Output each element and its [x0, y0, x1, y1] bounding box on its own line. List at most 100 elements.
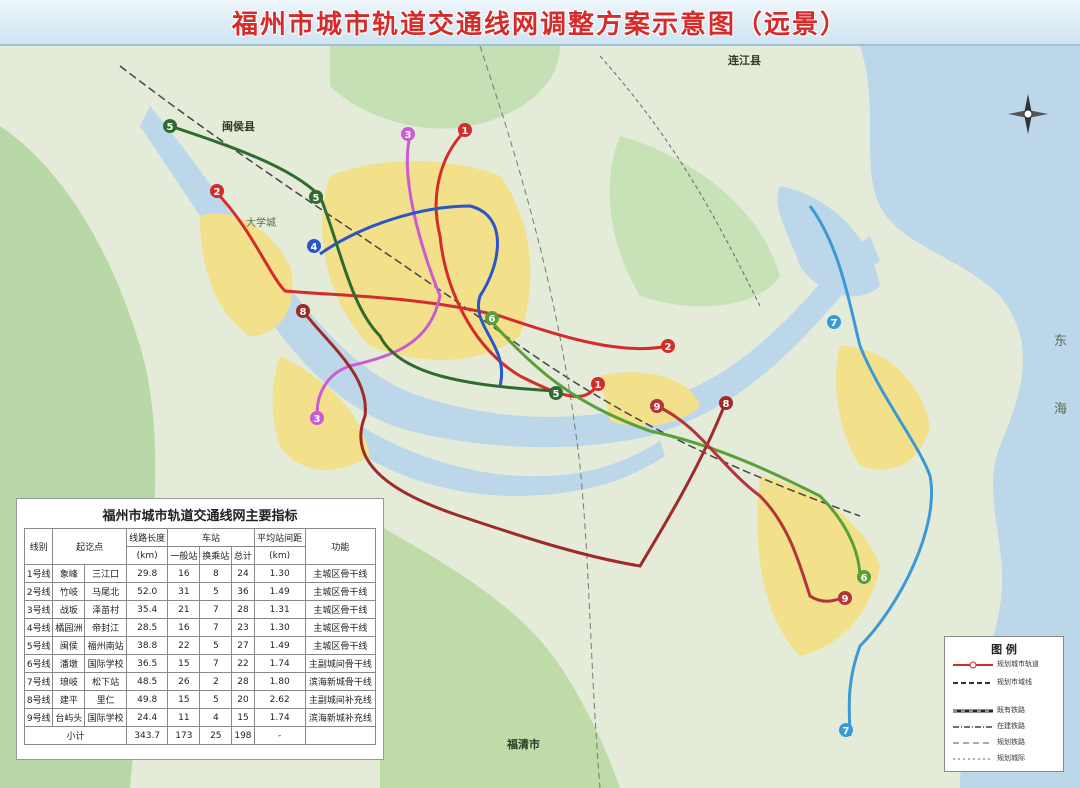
svg-text:5: 5 — [313, 193, 320, 204]
table-row: 1号线 象峰 三江口 29.8 16 8 24 1.30 主城区骨干线 — [23, 564, 377, 583]
table-cell-from: 建平 — [52, 690, 86, 709]
line-badge-5: 5 — [163, 119, 177, 133]
table-cell-spacing: 2.62 — [253, 690, 306, 709]
table-cell-to: 马尾北 — [84, 582, 127, 601]
place-hai: 海 — [1054, 402, 1068, 417]
table-cell-from: 橘园洲 — [52, 618, 86, 637]
table-cell-total: 20 — [231, 690, 255, 709]
table-cell-to: 福州南站 — [84, 636, 127, 655]
line-badge-1: 1 — [458, 123, 472, 137]
line-badge-7: 7 — [827, 315, 841, 329]
table-cell-from: 闽侯 — [52, 636, 86, 655]
table-cell-from: 竹岐 — [52, 582, 86, 601]
table-cell-line: 8号线 — [23, 690, 54, 709]
table-row: 9号线 台屿头 国际学校 24.4 11 4 15 1.74 滨海新城补充线 — [23, 708, 377, 727]
table-cell-transfer: 7 — [199, 654, 233, 673]
table-cell-normal: 26 — [167, 672, 201, 691]
svg-text:2: 2 — [214, 187, 221, 198]
table-cell-normal: 21 — [167, 600, 201, 619]
table-cell-line: 2号线 — [23, 582, 54, 601]
map-title: 福州市城市轨道交通线网调整方案示意图（远景） — [231, 10, 848, 40]
place-lianjiang: 连江县 — [728, 54, 761, 67]
legend-item-planned-rail: 规划铁路 — [953, 737, 1061, 749]
legend-item-planned-intercity: 规划城际 — [953, 753, 1061, 765]
metrics-table: 线别 起讫点 线路长度 车站 平均站间距 功能 (km) 一般站 换乘站 总计 … — [23, 528, 377, 745]
table-cell-length: 49.8 — [125, 690, 169, 709]
table-cell-transfer: 5 — [199, 582, 233, 601]
header-endpoints: 起讫点 — [52, 528, 127, 565]
header-stations: 车站 — [167, 528, 255, 547]
table-cell-length: 38.8 — [125, 636, 169, 655]
table-cell-to: 帝封江 — [84, 618, 127, 637]
legend-label: 规划城际 — [997, 754, 1025, 762]
table-cell-to: 里仁 — [84, 690, 127, 709]
legend-label: 既有铁路 — [997, 706, 1025, 714]
table-cell-line: 1号线 — [23, 564, 54, 583]
table-cell-normal: 15 — [167, 654, 201, 673]
table-cell-spacing: 1.80 — [253, 672, 306, 691]
table-cell-to: 国际学校 — [84, 708, 127, 727]
svg-text:5: 5 — [553, 389, 560, 400]
subtotal-cell-length: 343.7 — [125, 726, 169, 745]
header-spacing: 平均站间距 — [253, 528, 306, 547]
table-cell-normal: 15 — [167, 690, 201, 709]
line-badge-4: 4 — [307, 239, 321, 253]
line-badge-5-south: 5 — [549, 386, 563, 400]
table-row: 3号线 战坂 泽苗村 35.4 21 7 28 1.31 主城区骨干线 — [23, 600, 377, 619]
place-dong: 东 — [1054, 334, 1068, 349]
table-cell-to: 国际学校 — [84, 654, 127, 673]
table-cell-normal: 31 — [167, 582, 201, 601]
table-cell-line: 6号线 — [23, 654, 54, 673]
table-cell-function: 主城区骨干线 — [304, 564, 377, 583]
table-cell-total: 22 — [231, 654, 255, 673]
svg-text:7: 7 — [831, 318, 838, 329]
table-cell-length: 28.5 — [125, 618, 169, 637]
legend-item-planned-regional: 规划市域线 — [953, 677, 1061, 689]
svg-text:5: 5 — [167, 122, 174, 133]
table-row: 8号线 建平 里仁 49.8 15 5 20 2.62 主副城间补充线 — [23, 690, 377, 709]
table-cell-line: 9号线 — [23, 708, 54, 727]
svg-text:3: 3 — [314, 414, 321, 425]
legend-title: 图 例 — [991, 643, 1017, 656]
svg-text:1: 1 — [462, 126, 469, 137]
legend-label: 在建铁路 — [997, 722, 1025, 730]
table-body: 1号线 象峰 三江口 29.8 16 8 24 1.30 主城区骨干线 2号线 竹岐 马尾北 52.0 3… — [23, 564, 377, 745]
table-cell-spacing: 1.49 — [253, 636, 306, 655]
subtotal-cell-transfer: 25 — [199, 726, 233, 745]
table-cell-to: 松下站 — [84, 672, 127, 691]
table-cell-function: 主城区骨干线 — [304, 600, 377, 619]
subtotal-cell-empty — [304, 726, 377, 745]
table-cell-total: 24 — [231, 564, 255, 583]
svg-text:6: 6 — [489, 314, 496, 325]
table-cell-from: 台屿头 — [52, 708, 86, 727]
header-normal: 一般站 — [167, 546, 201, 565]
table-cell-transfer: 8 — [199, 564, 233, 583]
table-row: 6号线 潘墩 国际学校 36.5 15 7 22 1.74 主副城间骨干线 — [23, 654, 377, 673]
table-cell-line: 7号线 — [23, 672, 54, 691]
svg-text:7: 7 — [843, 726, 850, 737]
table-cell-transfer: 2 — [199, 672, 233, 691]
table-cell-line: 5号线 — [23, 636, 54, 655]
subtotal-cell-normal: 173 — [167, 726, 201, 745]
table-cell-length: 24.4 — [125, 708, 169, 727]
table-cell-to: 三江口 — [84, 564, 127, 583]
svg-text:4: 4 — [311, 242, 318, 253]
table-cell-function: 滨海新城补充线 — [304, 708, 377, 727]
table-cell-transfer: 5 — [199, 690, 233, 709]
table-cell-function: 主城区骨干线 — [304, 618, 377, 637]
svg-text:8: 8 — [723, 399, 730, 410]
table-cell-function: 主城区骨干线 — [304, 636, 377, 655]
legend-label: 规划城市轨道 — [997, 660, 1039, 668]
header-length-unit: (km) — [125, 546, 169, 565]
table-cell-from: 象峰 — [52, 564, 86, 583]
table-cell-length: 35.4 — [125, 600, 169, 619]
line-badge-6: 6 — [485, 311, 499, 325]
place-fuqing: 福清市 — [507, 738, 540, 751]
line-badge-3: 3 — [401, 127, 415, 141]
table-cell-normal: 16 — [167, 564, 201, 583]
header-spacing-unit: (km) — [253, 546, 306, 565]
table-cell-normal: 11 — [167, 708, 201, 727]
table-cell-from: 潘墩 — [52, 654, 86, 673]
line-badge-9: 9 — [650, 399, 664, 413]
legend-label: 规划市域线 — [997, 678, 1032, 686]
